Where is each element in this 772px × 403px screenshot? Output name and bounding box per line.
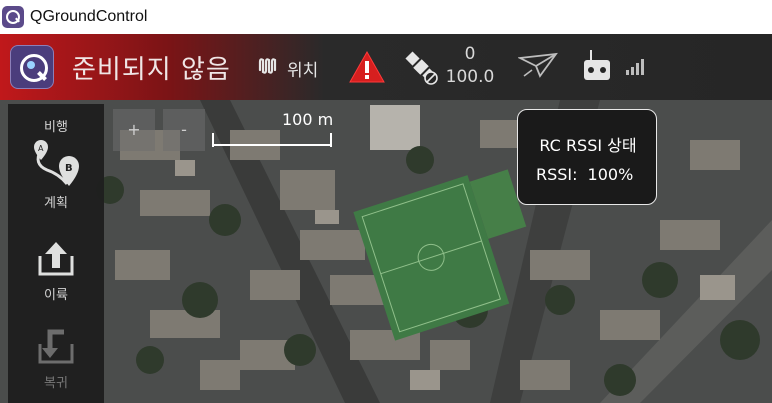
satellite-count: 0 [464,44,476,64]
tool-strip: 비행 A B 계획 이륙 복귀 [8,104,104,403]
rc-rssi-popup: RC RSSI 상태 RSSI: 100% [517,109,657,205]
flight-mode-label: 위치 [287,61,319,81]
tool-fly-label: 비행 [44,120,68,135]
zoom-out-button[interactable]: - [163,109,205,151]
qgc-app-icon [2,6,24,28]
waveform-icon [258,58,277,74]
telemetry-paper-plane-icon[interactable] [518,52,558,80]
tool-takeoff-label: 이륙 [44,288,68,303]
map-scale-label: 100 m [282,110,334,129]
rc-signal-bars-icon [626,59,644,75]
main-toolbar: 준비되지 않음 위치 0 100.0 [0,34,772,100]
zoom-in-button[interactable]: + [113,109,155,151]
rssi-title: RC RSSI 상태 [539,136,637,155]
return-home-icon [38,329,74,364]
rssi-label: RSSI: [536,165,578,184]
window-title-bar: QGroundControl [0,0,772,34]
takeoff-arrow-icon [38,242,74,276]
rssi-value: 100% [587,165,634,184]
warning-icon[interactable] [348,50,386,84]
gps-satellite-icon[interactable] [402,48,440,86]
window-title: QGroundControl [30,8,148,25]
tool-return: 복귀 [8,326,104,391]
route-ab-icon: A B [34,140,79,186]
tool-takeoff[interactable]: 이륙 [8,238,104,303]
gps-hdop: 100.0 [445,67,495,87]
vehicle-status[interactable]: 준비되지 않음 [72,49,231,86]
tool-plan[interactable]: A B 계획 [8,140,104,211]
tool-plan-label: 계획 [44,196,68,211]
rssi-row: RSSI: 100% [536,165,633,184]
tool-fly[interactable]: 비행 [8,116,104,135]
map-scale-bar [212,133,332,147]
tool-return-label: 복귀 [44,376,68,391]
svg-text:B: B [65,163,73,174]
rc-transmitter-icon[interactable] [582,48,612,84]
qgc-logo-button[interactable] [10,45,54,89]
svg-text:A: A [38,144,44,153]
